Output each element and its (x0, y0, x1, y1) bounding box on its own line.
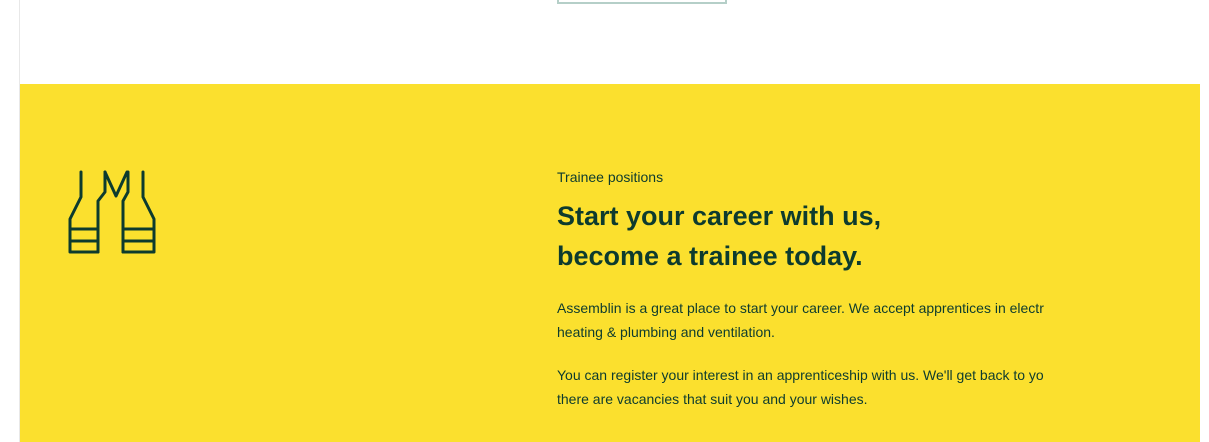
register-line-2: there are vacancies that suit you and yo… (557, 391, 868, 407)
safety-vest-icon (68, 170, 156, 254)
page: Trainee positions Start your career with… (0, 0, 1209, 442)
trainee-banner: Trainee positions Start your career with… (20, 84, 1200, 442)
intro-line-2: heating & plumbing and ventilation. (557, 324, 775, 340)
banner-headline: Start your career with us, become a trai… (557, 196, 1200, 276)
eyebrow-label: Trainee positions (557, 169, 664, 185)
left-gutter (0, 0, 20, 442)
banner-text: Trainee positions Start your career with… (557, 168, 1200, 430)
intro-line-1: Assemblin is a great place to start your… (557, 300, 1044, 316)
intro-paragraph: Assemblin is a great place to start your… (557, 296, 1200, 344)
register-paragraph: You can register your interest in an app… (557, 363, 1200, 411)
headline-line-2: become a trainee today. (557, 241, 863, 271)
headline-line-1: Start your career with us, (557, 201, 882, 231)
right-edge (1200, 84, 1209, 442)
register-line-1: You can register your interest in an app… (557, 367, 1044, 383)
top-button[interactable] (557, 0, 727, 4)
